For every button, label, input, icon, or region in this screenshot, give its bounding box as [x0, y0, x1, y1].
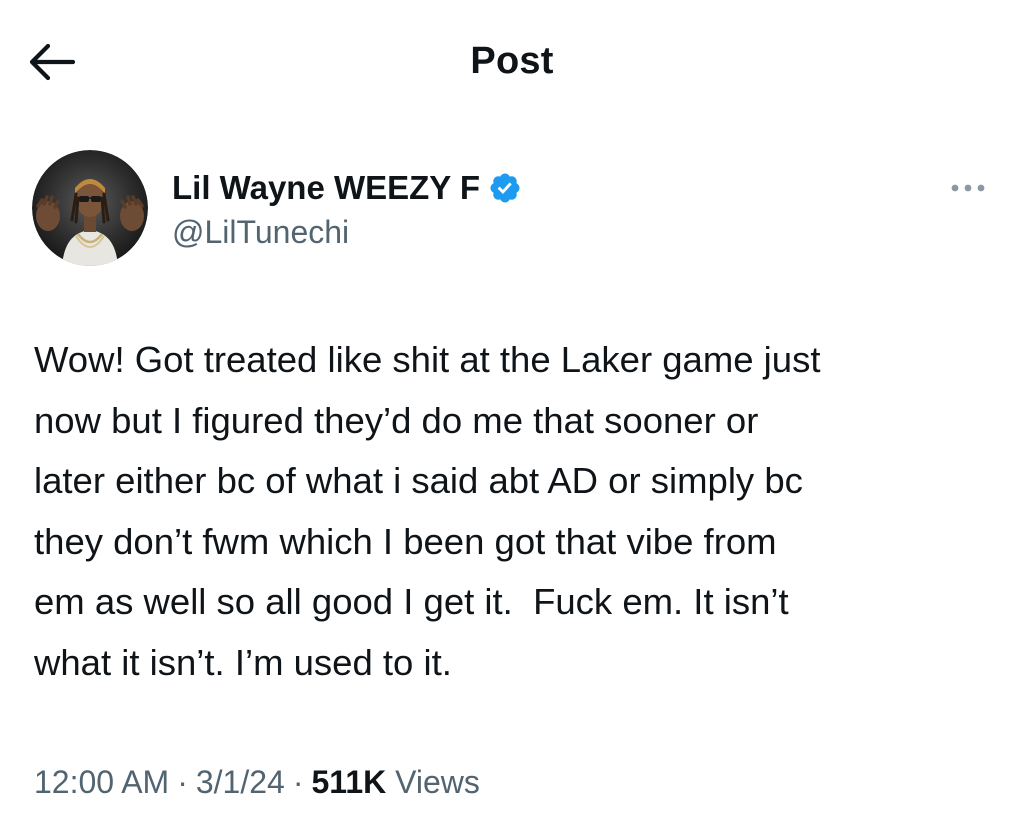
more-options-button[interactable]	[944, 176, 992, 200]
top-bar: Post	[0, 0, 1024, 120]
post-text-line: now but I figured they’d do me that soon…	[34, 399, 759, 441]
post-text-line: Wow! Got treated like shit at the Laker …	[34, 339, 821, 380]
display-name-row: Lil Wayne WEEZY F	[172, 168, 522, 208]
views-count: 511K	[311, 764, 387, 800]
post-text-line: em as well so all good I get it. Fuck em…	[34, 581, 789, 622]
verified-badge-icon[interactable]	[488, 171, 522, 205]
meta-separator: ·	[177, 764, 188, 800]
post-text-line: what it isn’t. I’m used to it.	[34, 641, 452, 683]
post-author: Lil Wayne WEEZY F @LilTunechi	[0, 150, 1024, 270]
post-text-line: they don’t fwm which I been got that vib…	[34, 520, 777, 562]
meta-separator: ·	[292, 764, 304, 800]
post-time[interactable]: 12:00 AM	[34, 764, 169, 800]
post-text-line: later either bc of what i said abt AD or…	[34, 460, 803, 501]
post-meta: 12:00 AM · 3/1/24 · 511K Views	[34, 760, 480, 804]
avatar[interactable]	[32, 150, 148, 266]
more-horizontal-icon	[948, 183, 988, 193]
display-name[interactable]: Lil Wayne WEEZY F	[172, 168, 480, 208]
post-date[interactable]: 3/1/24	[196, 764, 285, 800]
views-label: Views	[395, 764, 480, 800]
user-handle[interactable]: @LilTunechi	[172, 212, 349, 252]
page-title: Post	[470, 40, 554, 82]
post-text: Wow! Got treated like shit at the Laker …	[34, 330, 1004, 693]
profile-photo	[32, 150, 148, 266]
